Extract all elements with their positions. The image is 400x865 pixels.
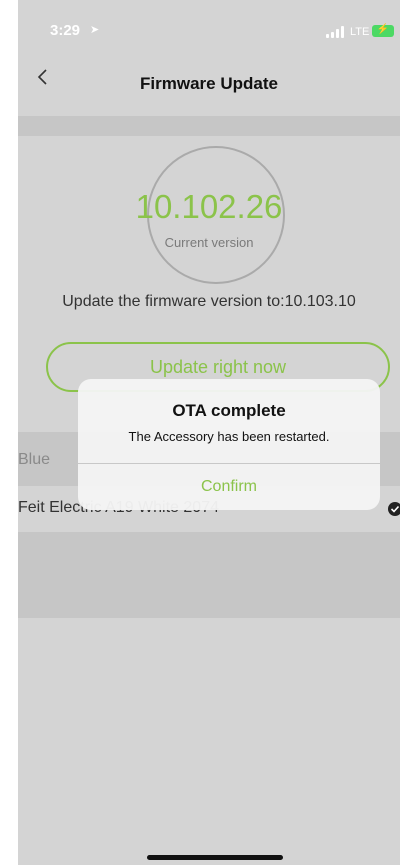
section-divider (18, 116, 400, 136)
network-type: LTE (350, 26, 370, 38)
ota-alert-dialog: OTA complete The Accessory has been rest… (78, 379, 380, 510)
status-bar: 3:29 ➤ LTE ⚡ (18, 0, 400, 44)
location-arrow-icon: ➤ (90, 24, 100, 36)
confirm-button[interactable]: Confirm (78, 464, 380, 510)
alert-message: The Accessory has been restarted. (128, 429, 330, 444)
home-indicator[interactable] (147, 855, 283, 860)
phone-screen: 3:29 ➤ LTE ⚡ Firmware Update 10.102.26 C… (18, 0, 400, 865)
page-title: Firmware Update (140, 74, 278, 93)
current-version-label: Current version (164, 235, 254, 250)
empty-section (18, 532, 400, 618)
current-version-number: 10.102.26 (135, 188, 283, 225)
check-circle-icon (388, 502, 400, 516)
alert-title: OTA complete (172, 401, 286, 420)
list-section-header: Blue (18, 451, 51, 468)
navigation-bar: Firmware Update (18, 44, 400, 116)
signal-strength-icon (326, 26, 348, 38)
status-time: 3:29 (50, 22, 81, 39)
battery-charging-icon: ⚡ (372, 24, 394, 37)
update-message: Update the firmware version to:10.103.10 (62, 293, 356, 310)
